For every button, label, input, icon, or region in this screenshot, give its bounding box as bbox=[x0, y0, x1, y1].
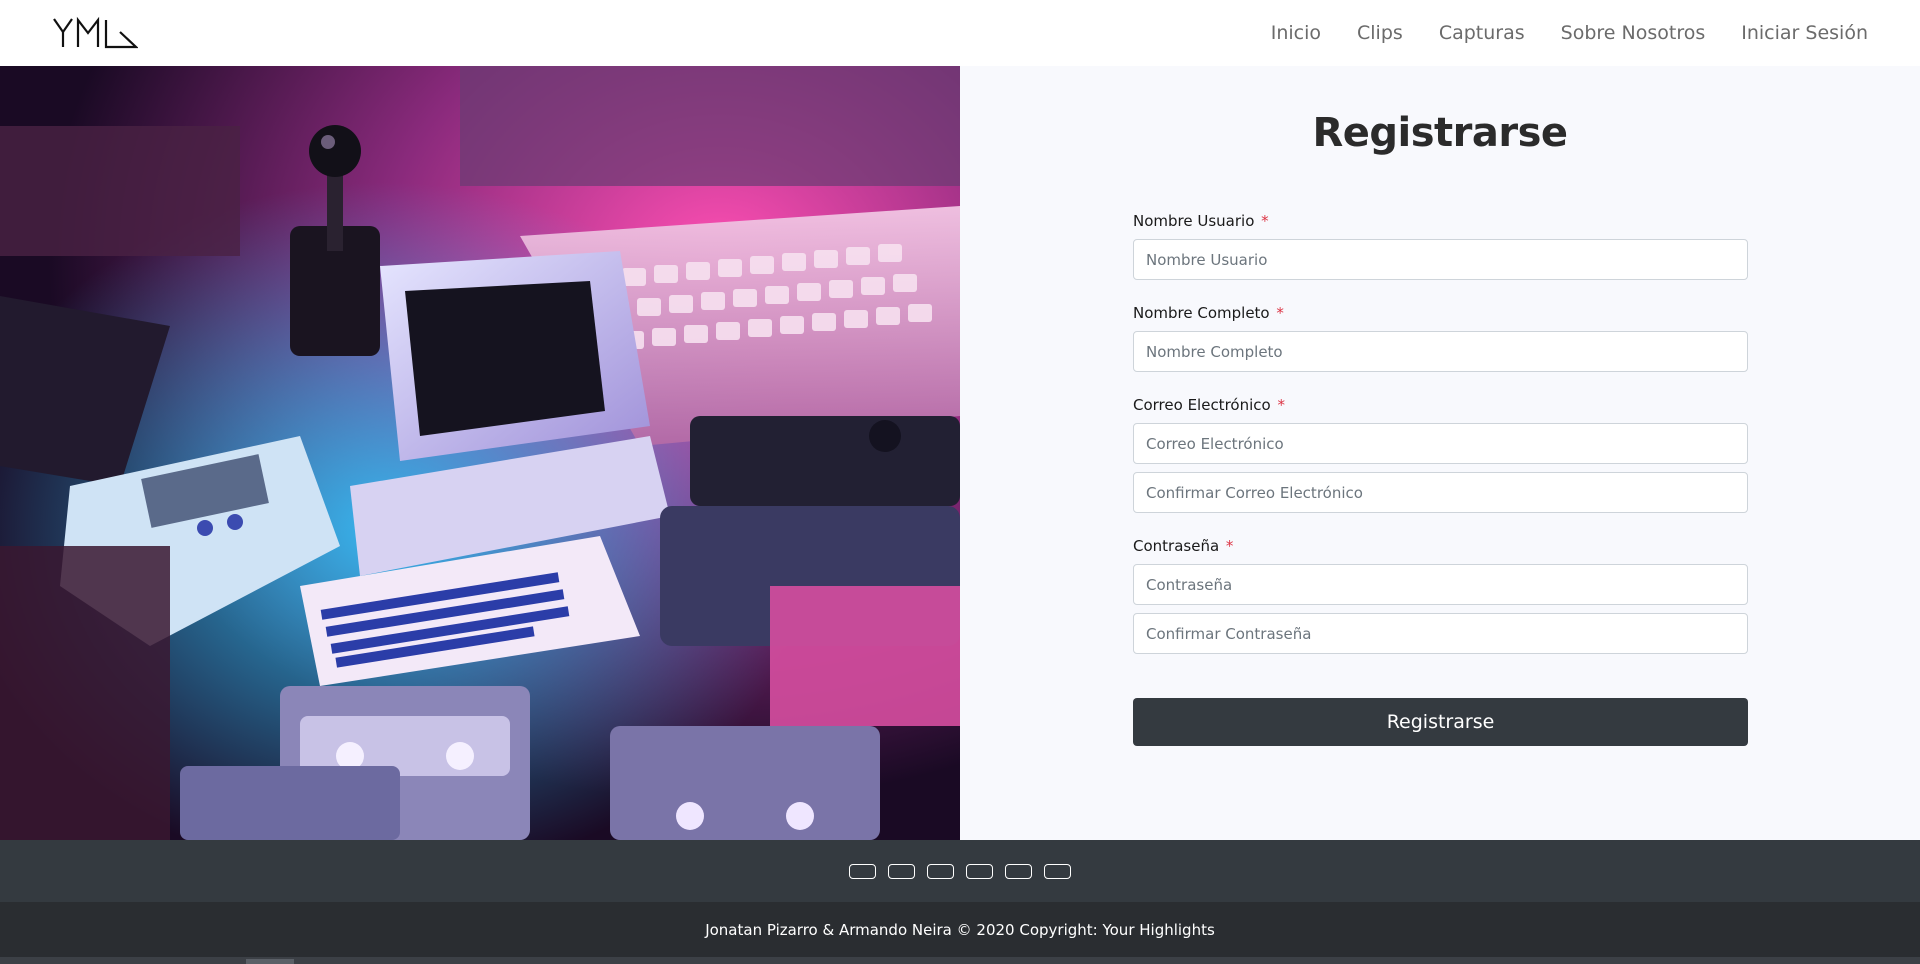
required-mark: * bbox=[1277, 396, 1285, 414]
nav-clips[interactable]: Clips bbox=[1357, 22, 1403, 44]
nav-iniciar-sesion[interactable]: Iniciar Sesión bbox=[1741, 22, 1868, 44]
brand-logo[interactable] bbox=[52, 16, 138, 50]
registration-form: Nombre Usuario * Nombre Completo * Corre… bbox=[1133, 210, 1748, 746]
scrollbar-thumb[interactable] bbox=[246, 959, 294, 964]
main-nav: Inicio Clips Capturas Sobre Nosotros Ini… bbox=[1271, 22, 1868, 44]
username-label-text: Nombre Usuario bbox=[1133, 212, 1255, 230]
nav-inicio[interactable]: Inicio bbox=[1271, 22, 1321, 44]
email-label: Correo Electrónico * bbox=[1133, 394, 1748, 416]
form-title: Registrarse bbox=[1312, 110, 1568, 156]
social-link-3[interactable] bbox=[927, 863, 954, 879]
hero-image bbox=[0, 66, 960, 840]
username-label: Nombre Usuario * bbox=[1133, 210, 1748, 232]
password-confirm-input[interactable] bbox=[1133, 613, 1748, 654]
username-input[interactable] bbox=[1133, 239, 1748, 280]
required-mark: * bbox=[1261, 212, 1269, 230]
fullname-group: Nombre Completo * bbox=[1133, 302, 1748, 372]
password-group: Contraseña * bbox=[1133, 535, 1748, 654]
nav-sobre-nosotros[interactable]: Sobre Nosotros bbox=[1561, 22, 1706, 44]
social-bar bbox=[0, 840, 1920, 902]
required-mark: * bbox=[1276, 304, 1284, 322]
email-confirm-input[interactable] bbox=[1133, 472, 1748, 513]
fullname-input[interactable] bbox=[1133, 331, 1748, 372]
email-input[interactable] bbox=[1133, 423, 1748, 464]
retro-computers-illustration bbox=[0, 66, 960, 840]
social-link-5[interactable] bbox=[1005, 863, 1032, 879]
username-group: Nombre Usuario * bbox=[1133, 210, 1748, 280]
password-label-text: Contraseña bbox=[1133, 537, 1220, 555]
logo-icon bbox=[53, 16, 138, 49]
nav-capturas[interactable]: Capturas bbox=[1439, 22, 1525, 44]
navbar: Inicio Clips Capturas Sobre Nosotros Ini… bbox=[0, 0, 1920, 66]
copyright-text: Jonatan Pizarro & Armando Neira © 2020 C… bbox=[0, 902, 1920, 957]
social-link-4[interactable] bbox=[966, 863, 993, 879]
social-link-2[interactable] bbox=[888, 863, 915, 879]
social-link-1[interactable] bbox=[849, 863, 876, 879]
register-button[interactable]: Registrarse bbox=[1133, 698, 1748, 746]
password-label: Contraseña * bbox=[1133, 535, 1748, 557]
registration-panel: Registrarse Nombre Usuario * Nombre Comp… bbox=[960, 66, 1920, 840]
password-input[interactable] bbox=[1133, 564, 1748, 605]
required-mark: * bbox=[1225, 537, 1234, 555]
email-label-text: Correo Electrónico bbox=[1133, 396, 1271, 414]
fullname-label: Nombre Completo * bbox=[1133, 302, 1748, 324]
email-group: Correo Electrónico * bbox=[1133, 394, 1748, 513]
fullname-label-text: Nombre Completo bbox=[1133, 304, 1270, 322]
social-link-6[interactable] bbox=[1044, 863, 1071, 879]
